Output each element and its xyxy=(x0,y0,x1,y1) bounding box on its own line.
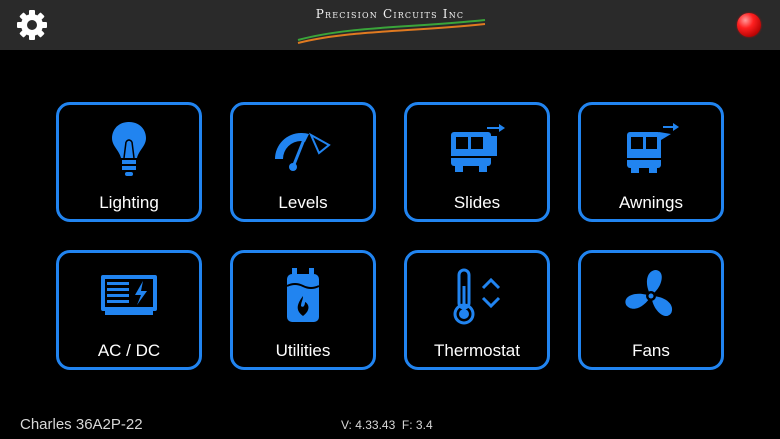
slide-out-icon xyxy=(407,115,547,181)
tile-ac-dc[interactable]: AC / DC xyxy=(56,250,202,370)
level-gauge-icon xyxy=(233,115,373,181)
tile-thermostat[interactable]: Thermostat xyxy=(404,250,550,370)
tile-label: AC / DC xyxy=(97,341,161,360)
tile-utilities[interactable]: Utilities xyxy=(230,250,376,370)
gear-icon[interactable] xyxy=(16,9,48,41)
coach-model: Charles 36A2P-22 xyxy=(20,416,143,433)
tile-awnings[interactable]: Awnings xyxy=(578,102,724,222)
power-panel-icon xyxy=(59,263,199,329)
version-info: V: 4.33.43 F: 3.4 xyxy=(341,418,433,432)
lightbulb-icon xyxy=(59,115,199,181)
tile-label: Thermostat xyxy=(434,341,520,360)
tile-fans[interactable]: Fans xyxy=(578,250,724,370)
logo-swoosh xyxy=(297,19,486,44)
tile-label: Fans xyxy=(632,341,670,360)
tile-label: Slides xyxy=(453,193,501,212)
tile-label: Levels xyxy=(278,193,328,212)
tile-slides[interactable]: Slides xyxy=(404,102,550,222)
top-bar: Precision Circuits Inc xyxy=(0,0,780,50)
tile-label: Awnings xyxy=(619,193,683,212)
tile-levels[interactable]: Levels xyxy=(230,102,376,222)
tile-label: Utilities xyxy=(275,341,331,360)
brand-logo: Precision Circuits Inc xyxy=(290,6,490,46)
status-indicator xyxy=(737,13,761,37)
thermometer-icon xyxy=(407,263,547,329)
tile-label: Lighting xyxy=(99,193,159,212)
awning-icon xyxy=(581,115,721,181)
fan-icon xyxy=(581,263,721,329)
water-heater-icon xyxy=(233,263,373,329)
tile-lighting[interactable]: Lighting xyxy=(56,102,202,222)
